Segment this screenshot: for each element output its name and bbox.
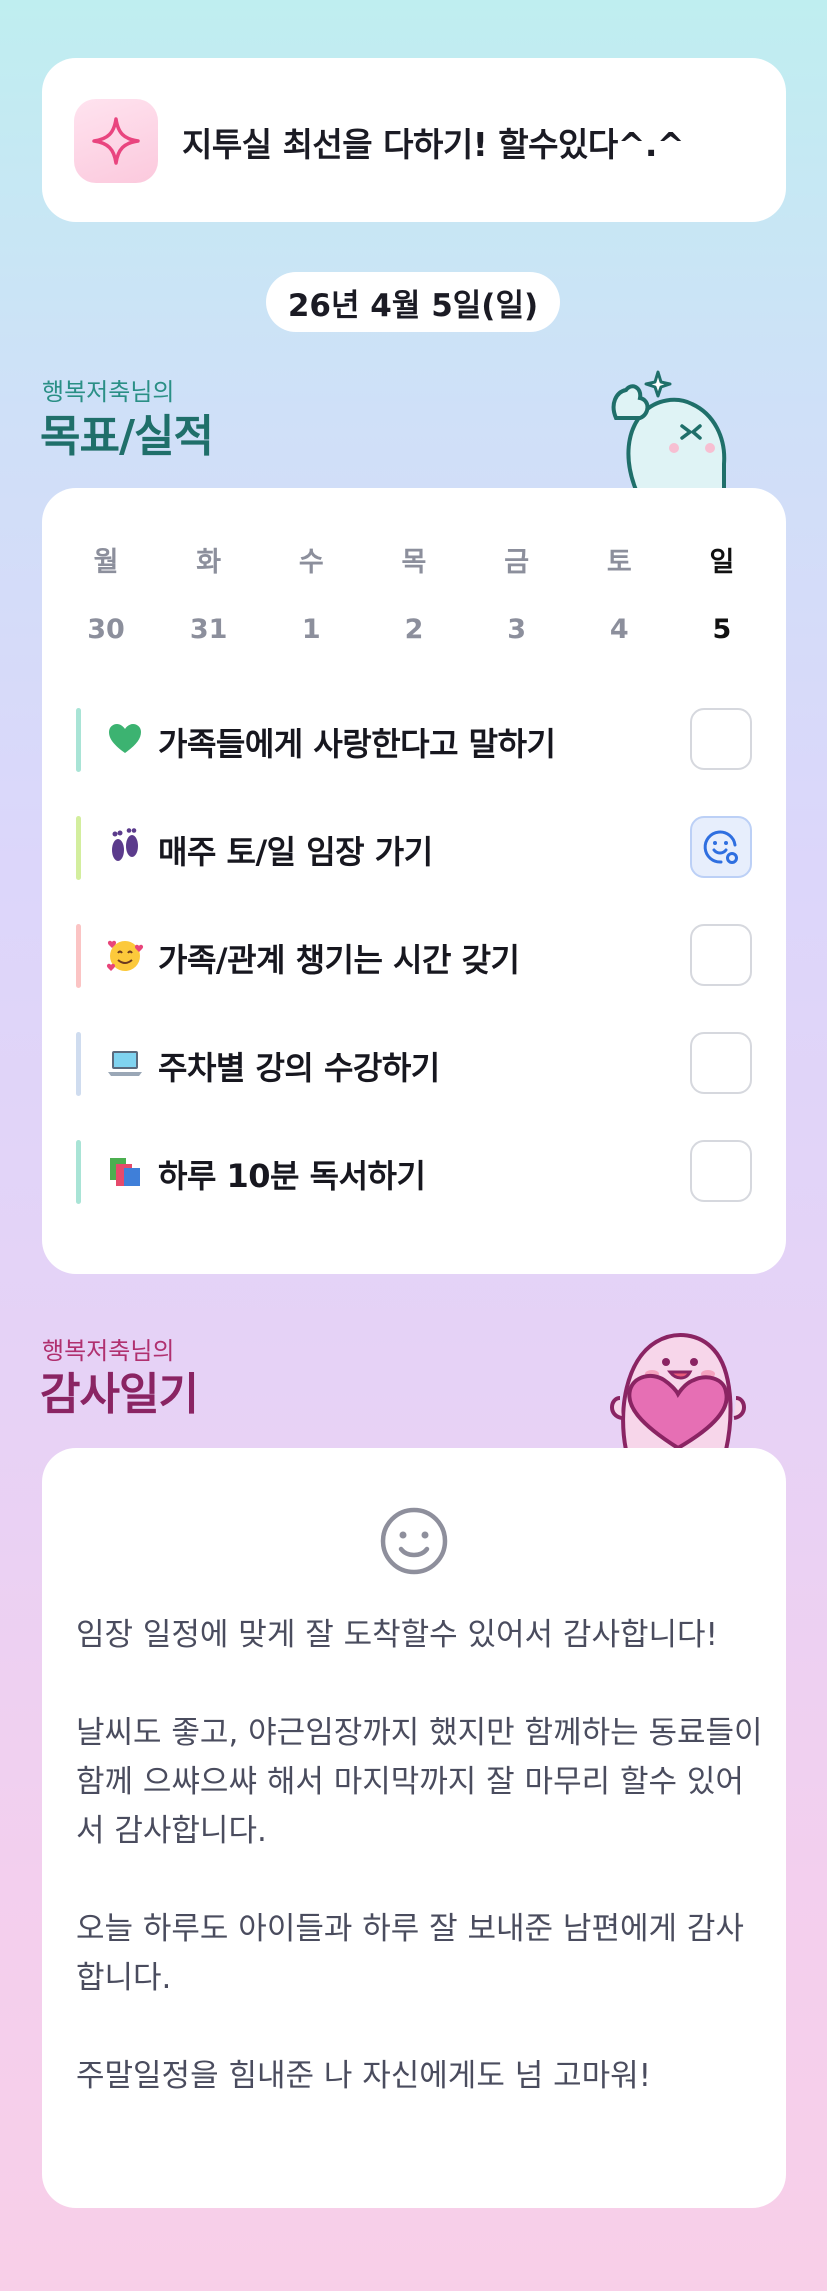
task-label: 가족들에게 사랑한다고 말하기 xyxy=(158,725,556,763)
gratitude-diary-card: 임장 일정에 맞게 잘 도착할수 있어서 감사합니다! 날씨도 좋고, 야근임장… xyxy=(42,1448,786,2208)
date-cell[interactable]: 4 xyxy=(589,614,649,645)
task-color-bar xyxy=(76,816,81,880)
task-item[interactable]: 주차별 강의 수강하기 xyxy=(76,1022,752,1106)
weekday-sun-selected[interactable]: 일 xyxy=(692,540,752,579)
footprints-icon xyxy=(106,828,144,866)
weekday-tue[interactable]: 화 xyxy=(179,540,239,579)
weekday-mon[interactable]: 월 xyxy=(76,540,136,579)
books-icon xyxy=(106,1152,144,1190)
diary-line: 날씨도 좋고, 야근임장까지 했지만 함께하는 동료들이 xyxy=(76,1715,763,1751)
task-color-bar xyxy=(76,924,81,988)
date-cell-selected[interactable]: 5 xyxy=(692,614,752,645)
task-checkbox[interactable] xyxy=(690,1140,752,1202)
weekday-row: 월 화 수 목 금 토 일 xyxy=(76,540,752,579)
task-checkbox[interactable] xyxy=(690,1032,752,1094)
task-label: 하루 10분 독서하기 xyxy=(158,1157,426,1195)
task-color-bar xyxy=(76,1140,81,1204)
date-row: 30 31 1 2 3 4 5 xyxy=(76,614,752,645)
task-checkbox-checked[interactable] xyxy=(690,816,752,878)
date-selector[interactable]: 26년 4월 5일(일) xyxy=(266,272,560,332)
sparkle-icon xyxy=(74,99,158,183)
date-cell[interactable]: 3 xyxy=(487,614,547,645)
weekday-sat[interactable]: 토 xyxy=(589,540,649,579)
mascot-thumbs-up-illustration xyxy=(596,360,746,492)
green-heart-icon xyxy=(106,720,144,758)
task-checkbox[interactable] xyxy=(690,924,752,986)
smiling-face-with-hearts-icon xyxy=(106,936,144,974)
weekday-thu[interactable]: 목 xyxy=(384,540,444,579)
task-item[interactable]: 매주 토/일 임장 가기 xyxy=(76,806,752,890)
diary-line: 임장 일정에 맞게 잘 도착할수 있어서 감사합니다! xyxy=(76,1617,718,1653)
goal-tracker-card: 월 화 수 목 금 토 일 30 31 1 2 3 4 5 가족들에게 사랑한다… xyxy=(42,488,786,1274)
task-item[interactable]: 가족들에게 사랑한다고 말하기 xyxy=(76,698,752,782)
tracker-section-title: 목표/실적 xyxy=(40,411,214,462)
weekday-fri[interactable]: 금 xyxy=(487,540,547,579)
date-cell[interactable]: 30 xyxy=(76,614,136,645)
smiley-face-icon xyxy=(379,1506,449,1576)
diary-line: 오늘 하루도 아이들과 하루 잘 보내준 남편에게 감사합니다. xyxy=(76,1911,744,1996)
task-color-bar xyxy=(76,1032,81,1096)
diary-entry-text: 임장 일정에 맞게 잘 도착할수 있어서 감사합니다! 날씨도 좋고, 야근임장… xyxy=(76,1611,766,2101)
diary-line: 함께 으쌰으쌰 해서 마지막까지 잘 마무리 할수 있어서 감사합니다. xyxy=(76,1764,744,1849)
task-label: 매주 토/일 임장 가기 xyxy=(158,833,433,871)
task-checkbox[interactable] xyxy=(690,708,752,770)
diary-section-title: 감사일기 xyxy=(40,1369,199,1420)
date-cell[interactable]: 31 xyxy=(179,614,239,645)
mood-check-icon xyxy=(703,830,738,864)
mascot-holding-heart-illustration xyxy=(596,1320,754,1452)
task-item[interactable]: 가족/관계 챙기는 시간 갖기 xyxy=(76,914,752,998)
goal-text: 지투실 최선을 다하기! 할수있다^.^ xyxy=(182,125,685,164)
task-item[interactable]: 하루 10분 독서하기 xyxy=(76,1130,752,1214)
task-color-bar xyxy=(76,708,81,772)
task-label: 주차별 강의 수강하기 xyxy=(158,1049,440,1087)
goal-card[interactable]: 지투실 최선을 다하기! 할수있다^.^ xyxy=(42,58,786,222)
weekday-wed[interactable]: 수 xyxy=(281,540,341,579)
laptop-icon xyxy=(106,1044,144,1082)
date-cell[interactable]: 2 xyxy=(384,614,444,645)
date-cell[interactable]: 1 xyxy=(281,614,341,645)
task-label: 가족/관계 챙기는 시간 갖기 xyxy=(158,941,520,979)
diary-line: 주말일정을 힘내준 나 자신에게도 넘 고마워! xyxy=(76,2058,652,2094)
